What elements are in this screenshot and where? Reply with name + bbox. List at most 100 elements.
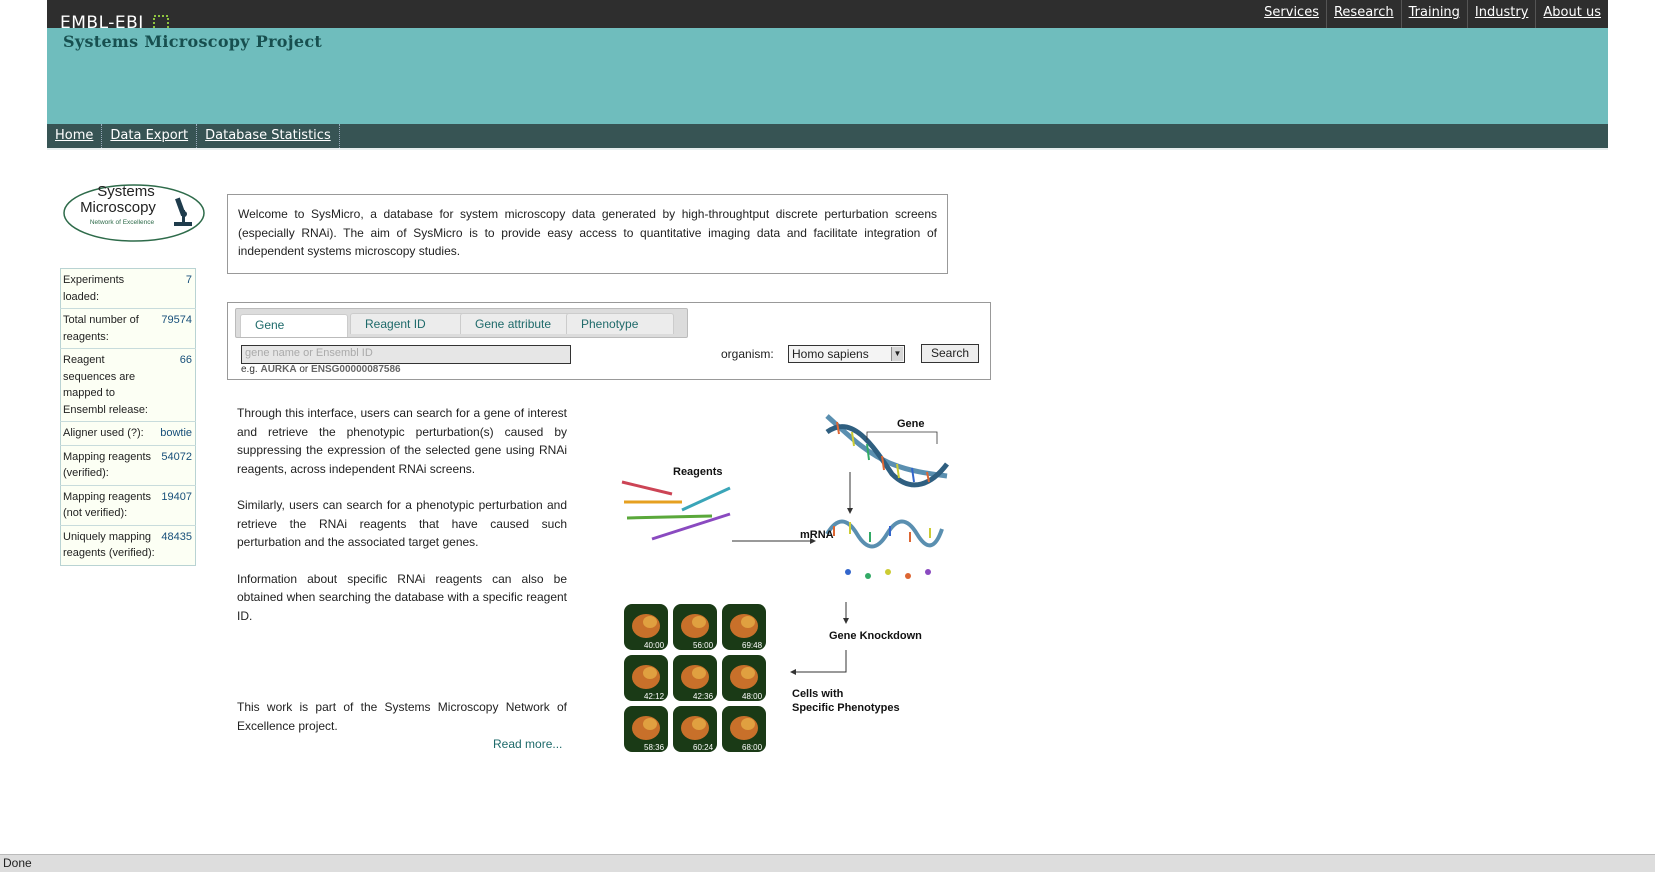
- label-cells-line-2: Specific Phenotypes: [792, 702, 900, 714]
- organism-value: Homo sapiens: [792, 347, 869, 361]
- welcome-box: Welcome to SysMicro, a database for syst…: [227, 194, 948, 274]
- stats-value[interactable]: 48435: [158, 525, 195, 565]
- tab-reagent-id[interactable]: Reagent ID: [350, 313, 464, 334]
- global-header: EMBL-EBI Services Research Training Indu…: [47, 0, 1608, 28]
- global-nav-industry[interactable]: Industry: [1466, 0, 1535, 28]
- organism-select[interactable]: Homo sapiens ▼: [788, 345, 905, 363]
- header-divider: [47, 148, 1608, 150]
- ebi-logo[interactable]: EMBL-EBI: [60, 14, 170, 28]
- stats-value[interactable]: bowtie: [158, 421, 196, 446]
- cell-timestamp: 56:00: [693, 641, 714, 650]
- gene-search-input[interactable]: gene name or Ensembl ID: [241, 345, 571, 364]
- reagents-icon: [621, 480, 731, 541]
- example-ensg: ENSG00000087586: [311, 364, 401, 375]
- tab-gene-attribute[interactable]: Gene attribute: [460, 313, 570, 334]
- stats-value[interactable]: 7: [158, 268, 196, 309]
- ebi-cube-icon: [152, 15, 169, 28]
- cell-phenotype-grid: 40:00 56:00 69:48 42:12 42:36 48:00 58:36 60:24…: [624, 604, 766, 752]
- example-or: or: [299, 364, 309, 375]
- stats-row: Aligner used (?): bowtie: [60, 421, 196, 446]
- cell-timestamp: 42:12: [644, 692, 665, 701]
- cell-timestamp: 58:36: [644, 743, 665, 752]
- global-nav-research[interactable]: Research: [1325, 0, 1401, 28]
- global-nav: Services Research Training Industry Abou…: [1257, 0, 1608, 28]
- dna-helix-icon: [825, 414, 949, 488]
- intro-paragraph-2: Similarly, users can search for a phenot…: [237, 498, 567, 549]
- cell-image: 48:00: [722, 655, 766, 701]
- stats-row: Reagent sequences are mapped to Ensembl …: [60, 348, 196, 422]
- cell-timestamp: 60:24: [693, 743, 714, 752]
- global-nav-training[interactable]: Training: [1400, 0, 1467, 28]
- stats-label: Total number of reagents:: [60, 308, 159, 349]
- local-nav: Home Data Export Database Statistics: [47, 124, 1608, 148]
- cell-timestamp: 48:00: [742, 692, 763, 701]
- search-panel: Gene Reagent ID Gene attribute Phenotype…: [227, 302, 991, 380]
- cell-image: 42:36: [673, 655, 717, 701]
- microscope-icon: [174, 197, 192, 226]
- cell-timestamp: 40:00: [644, 641, 665, 650]
- cell-timestamp: 69:48: [742, 641, 763, 650]
- label-mrna: mRNA: [800, 529, 834, 541]
- intro-text: Through this interface, users can search…: [237, 404, 567, 733]
- stats-value[interactable]: 54072: [158, 445, 196, 486]
- global-nav-services[interactable]: Services: [1257, 0, 1326, 28]
- status-text: Done: [3, 856, 32, 870]
- cell-timestamp: 42:36: [693, 692, 714, 701]
- stats-row: Mapping reagents (verified): 54072: [60, 445, 196, 486]
- intro-paragraph-4: This work is part of the Systems Microsc…: [237, 700, 567, 733]
- local-nav-home[interactable]: Home: [47, 124, 103, 148]
- stats-row: Uniquely mapping reagents (verified): 484…: [61, 525, 196, 565]
- cell-timestamp: 68:00: [742, 743, 763, 752]
- stats-value[interactable]: 66: [158, 348, 196, 422]
- example-prefix: e.g.: [241, 364, 258, 375]
- stats-label: Uniquely mapping reagents (verified):: [63, 530, 155, 560]
- stats-value[interactable]: 79574: [158, 308, 196, 349]
- search-example: e.g. AURKA or ENSG00000087586: [241, 364, 401, 375]
- systems-microscopy-logo: Systems Microscopy Network of Excellence: [63, 183, 205, 242]
- project-title[interactable]: Systems Microscopy Project: [63, 32, 322, 51]
- logo-line-1: Systems: [97, 183, 155, 200]
- stats-row: Total number of reagents: 79574: [60, 308, 196, 349]
- cell-image: 69:48: [722, 604, 766, 650]
- organism-label: organism:: [721, 347, 774, 361]
- stats-row: Mapping reagents (not verified): 19407: [60, 485, 196, 526]
- tab-gene[interactable]: Gene: [240, 314, 348, 337]
- tab-phenotype[interactable]: Phenotype: [566, 313, 674, 334]
- project-header: Systems Microscopy Project: [47, 28, 1608, 124]
- label-gene: Gene: [897, 418, 925, 430]
- stats-label: Reagent sequences are mapped to Ensembl …: [60, 348, 159, 422]
- label-cells-line-1: Cells with: [792, 688, 844, 700]
- stats-label: Mapping reagents (verified):: [60, 445, 159, 486]
- stats-row: Experiments loaded: 7: [60, 268, 196, 309]
- intro-paragraph-3: Information about specific RNAi reagents…: [237, 571, 567, 623]
- global-nav-about[interactable]: About us: [1535, 0, 1608, 28]
- cell-image: 60:24: [673, 706, 717, 752]
- welcome-text: Welcome to SysMicro, a database for syst…: [238, 207, 937, 258]
- example-aurka: AURKA: [260, 364, 297, 375]
- search-tabs: Gene Reagent ID Gene attribute Phenotype: [235, 308, 688, 338]
- stats-label: Aligner used (?):: [60, 421, 159, 446]
- label-reagents: Reagents: [673, 466, 723, 478]
- rnai-workflow-diagram: Gene Reagents mRNA Gene Knockdown Cells …: [621, 414, 949, 752]
- stats-table: Experiments loaded: 7 Total number of reag…: [60, 268, 196, 566]
- intro-paragraph-1: Through this interface, users can search…: [237, 406, 567, 476]
- local-nav-database-statistics[interactable]: Database Statistics: [197, 124, 340, 148]
- stats-value[interactable]: 19407: [158, 485, 196, 526]
- cell-image: 40:00: [624, 604, 668, 650]
- stats-label: Experiments loaded:: [60, 268, 159, 309]
- cell-image: 56:00: [673, 604, 717, 650]
- cell-image: 58:36: [624, 706, 668, 752]
- logo-line-3: Network of Excellence: [90, 219, 155, 226]
- mrna-icon: [825, 519, 944, 579]
- logo-line-2: Microscopy: [80, 199, 156, 216]
- page-wrapper: EMBL-EBI Services Research Training Indu…: [47, 0, 1608, 150]
- search-button[interactable]: Search: [921, 344, 979, 363]
- cell-image: 42:12: [624, 655, 668, 701]
- stats-label: Mapping reagents (not verified):: [60, 485, 159, 526]
- status-bar: Done: [0, 854, 1655, 872]
- read-more-link[interactable]: Read more...: [493, 737, 562, 751]
- cell-image: 68:00: [722, 706, 766, 752]
- local-nav-data-export[interactable]: Data Export: [102, 124, 198, 148]
- ebi-logo-text: EMBL-EBI: [60, 14, 144, 28]
- label-gene-knockdown: Gene Knockdown: [829, 630, 922, 642]
